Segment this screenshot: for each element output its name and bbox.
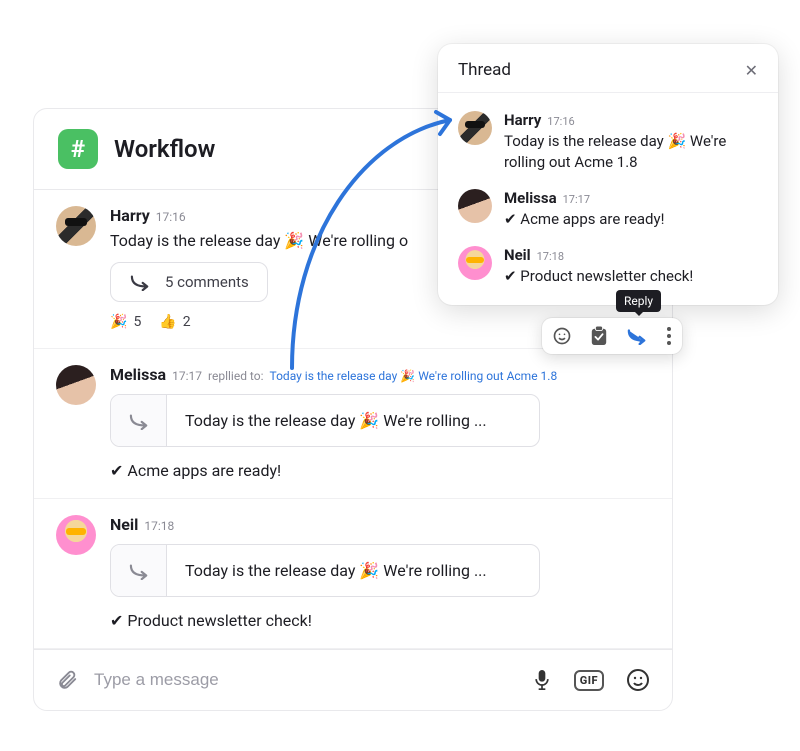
thread-message: Melissa 17:17 ✔ Acme apps are ready! [438, 181, 778, 238]
reply-tooltip: Reply [616, 290, 661, 312]
message-row: Melissa 17:17 repllied to: Today is the … [34, 349, 672, 499]
reaction-tada[interactable]: 🎉 5 [110, 314, 141, 330]
close-icon[interactable]: ✕ [745, 61, 758, 80]
timestamp: 17:17 [563, 193, 590, 206]
sender-name[interactable]: Melissa [504, 189, 557, 207]
reply-arrow-icon [111, 395, 167, 446]
avatar[interactable] [56, 206, 96, 246]
quoted-text: Today is the release day 🎉 We're rolling… [167, 545, 505, 596]
message-text: Today is the release day 🎉 We're rolling… [504, 131, 758, 173]
timestamp: 17:17 [172, 369, 202, 383]
composer: GIF [34, 649, 672, 710]
reaction-count: 2 [183, 314, 191, 330]
emoji-icon: 👍 [159, 314, 176, 330]
thread-message: Harry 17:16 Today is the release day 🎉 W… [438, 103, 778, 181]
reaction-count: 5 [133, 314, 141, 330]
sender-name[interactable]: Neil [504, 246, 531, 264]
gif-button[interactable]: GIF [574, 670, 604, 691]
avatar[interactable] [56, 515, 96, 555]
emoji-react-button[interactable] [552, 326, 572, 346]
sender-name[interactable]: Melissa [110, 365, 166, 384]
timestamp: 17:18 [537, 250, 564, 263]
thread-panel: Thread ✕ Harry 17:16 Today is the releas… [438, 44, 778, 305]
quoted-message[interactable]: Today is the release day 🎉 We're rolling… [110, 544, 540, 597]
reaction-thumbs-up[interactable]: 👍 2 [159, 314, 190, 330]
avatar[interactable] [458, 189, 492, 223]
replied-to-label: repllied to: [208, 369, 263, 383]
avatar[interactable] [56, 365, 96, 405]
message-text: ✔ Acme apps are ready! [110, 461, 650, 480]
thread-title: Thread [458, 60, 511, 80]
emoji-icon: 🎉 [110, 314, 127, 330]
replied-to-link[interactable]: Today is the release day 🎉 We're rolling… [270, 369, 558, 383]
comments-button[interactable]: 5 comments [110, 262, 268, 302]
task-button[interactable] [590, 326, 608, 346]
emoji-icon[interactable] [626, 668, 650, 692]
comments-count-label: 5 comments [165, 273, 249, 291]
avatar[interactable] [458, 111, 492, 145]
divider [438, 92, 778, 93]
message-text: ✔ Product newsletter check! [504, 266, 693, 287]
thread-message: Neil 17:18 ✔ Product newsletter check! [438, 238, 778, 295]
timestamp: 17:18 [144, 519, 174, 533]
avatar[interactable] [458, 246, 492, 280]
message-action-bar: Reply [542, 318, 682, 354]
timestamp: 17:16 [547, 115, 574, 128]
message-text: ✔ Product newsletter check! [110, 611, 650, 630]
mic-icon[interactable] [532, 668, 552, 692]
sender-name[interactable]: Harry [110, 206, 150, 225]
reply-arrow-icon [111, 545, 167, 596]
timestamp: 17:16 [156, 210, 186, 224]
message-input[interactable] [94, 670, 516, 690]
reply-button[interactable] [626, 327, 648, 345]
quoted-message[interactable]: Today is the release day 🎉 We're rolling… [110, 394, 540, 447]
attach-icon[interactable] [56, 669, 78, 691]
reply-arrow-icon [129, 273, 151, 291]
message-text: ✔ Acme apps are ready! [504, 209, 664, 230]
message-row: Neil 17:18 Today is the release day 🎉 We… [34, 499, 672, 649]
sender-name[interactable]: Neil [110, 515, 138, 534]
channel-title: Workflow [114, 135, 215, 163]
more-icon[interactable] [666, 326, 672, 346]
quoted-text: Today is the release day 🎉 We're rolling… [167, 395, 505, 446]
hash-icon: # [58, 129, 98, 169]
sender-name[interactable]: Harry [504, 111, 541, 129]
